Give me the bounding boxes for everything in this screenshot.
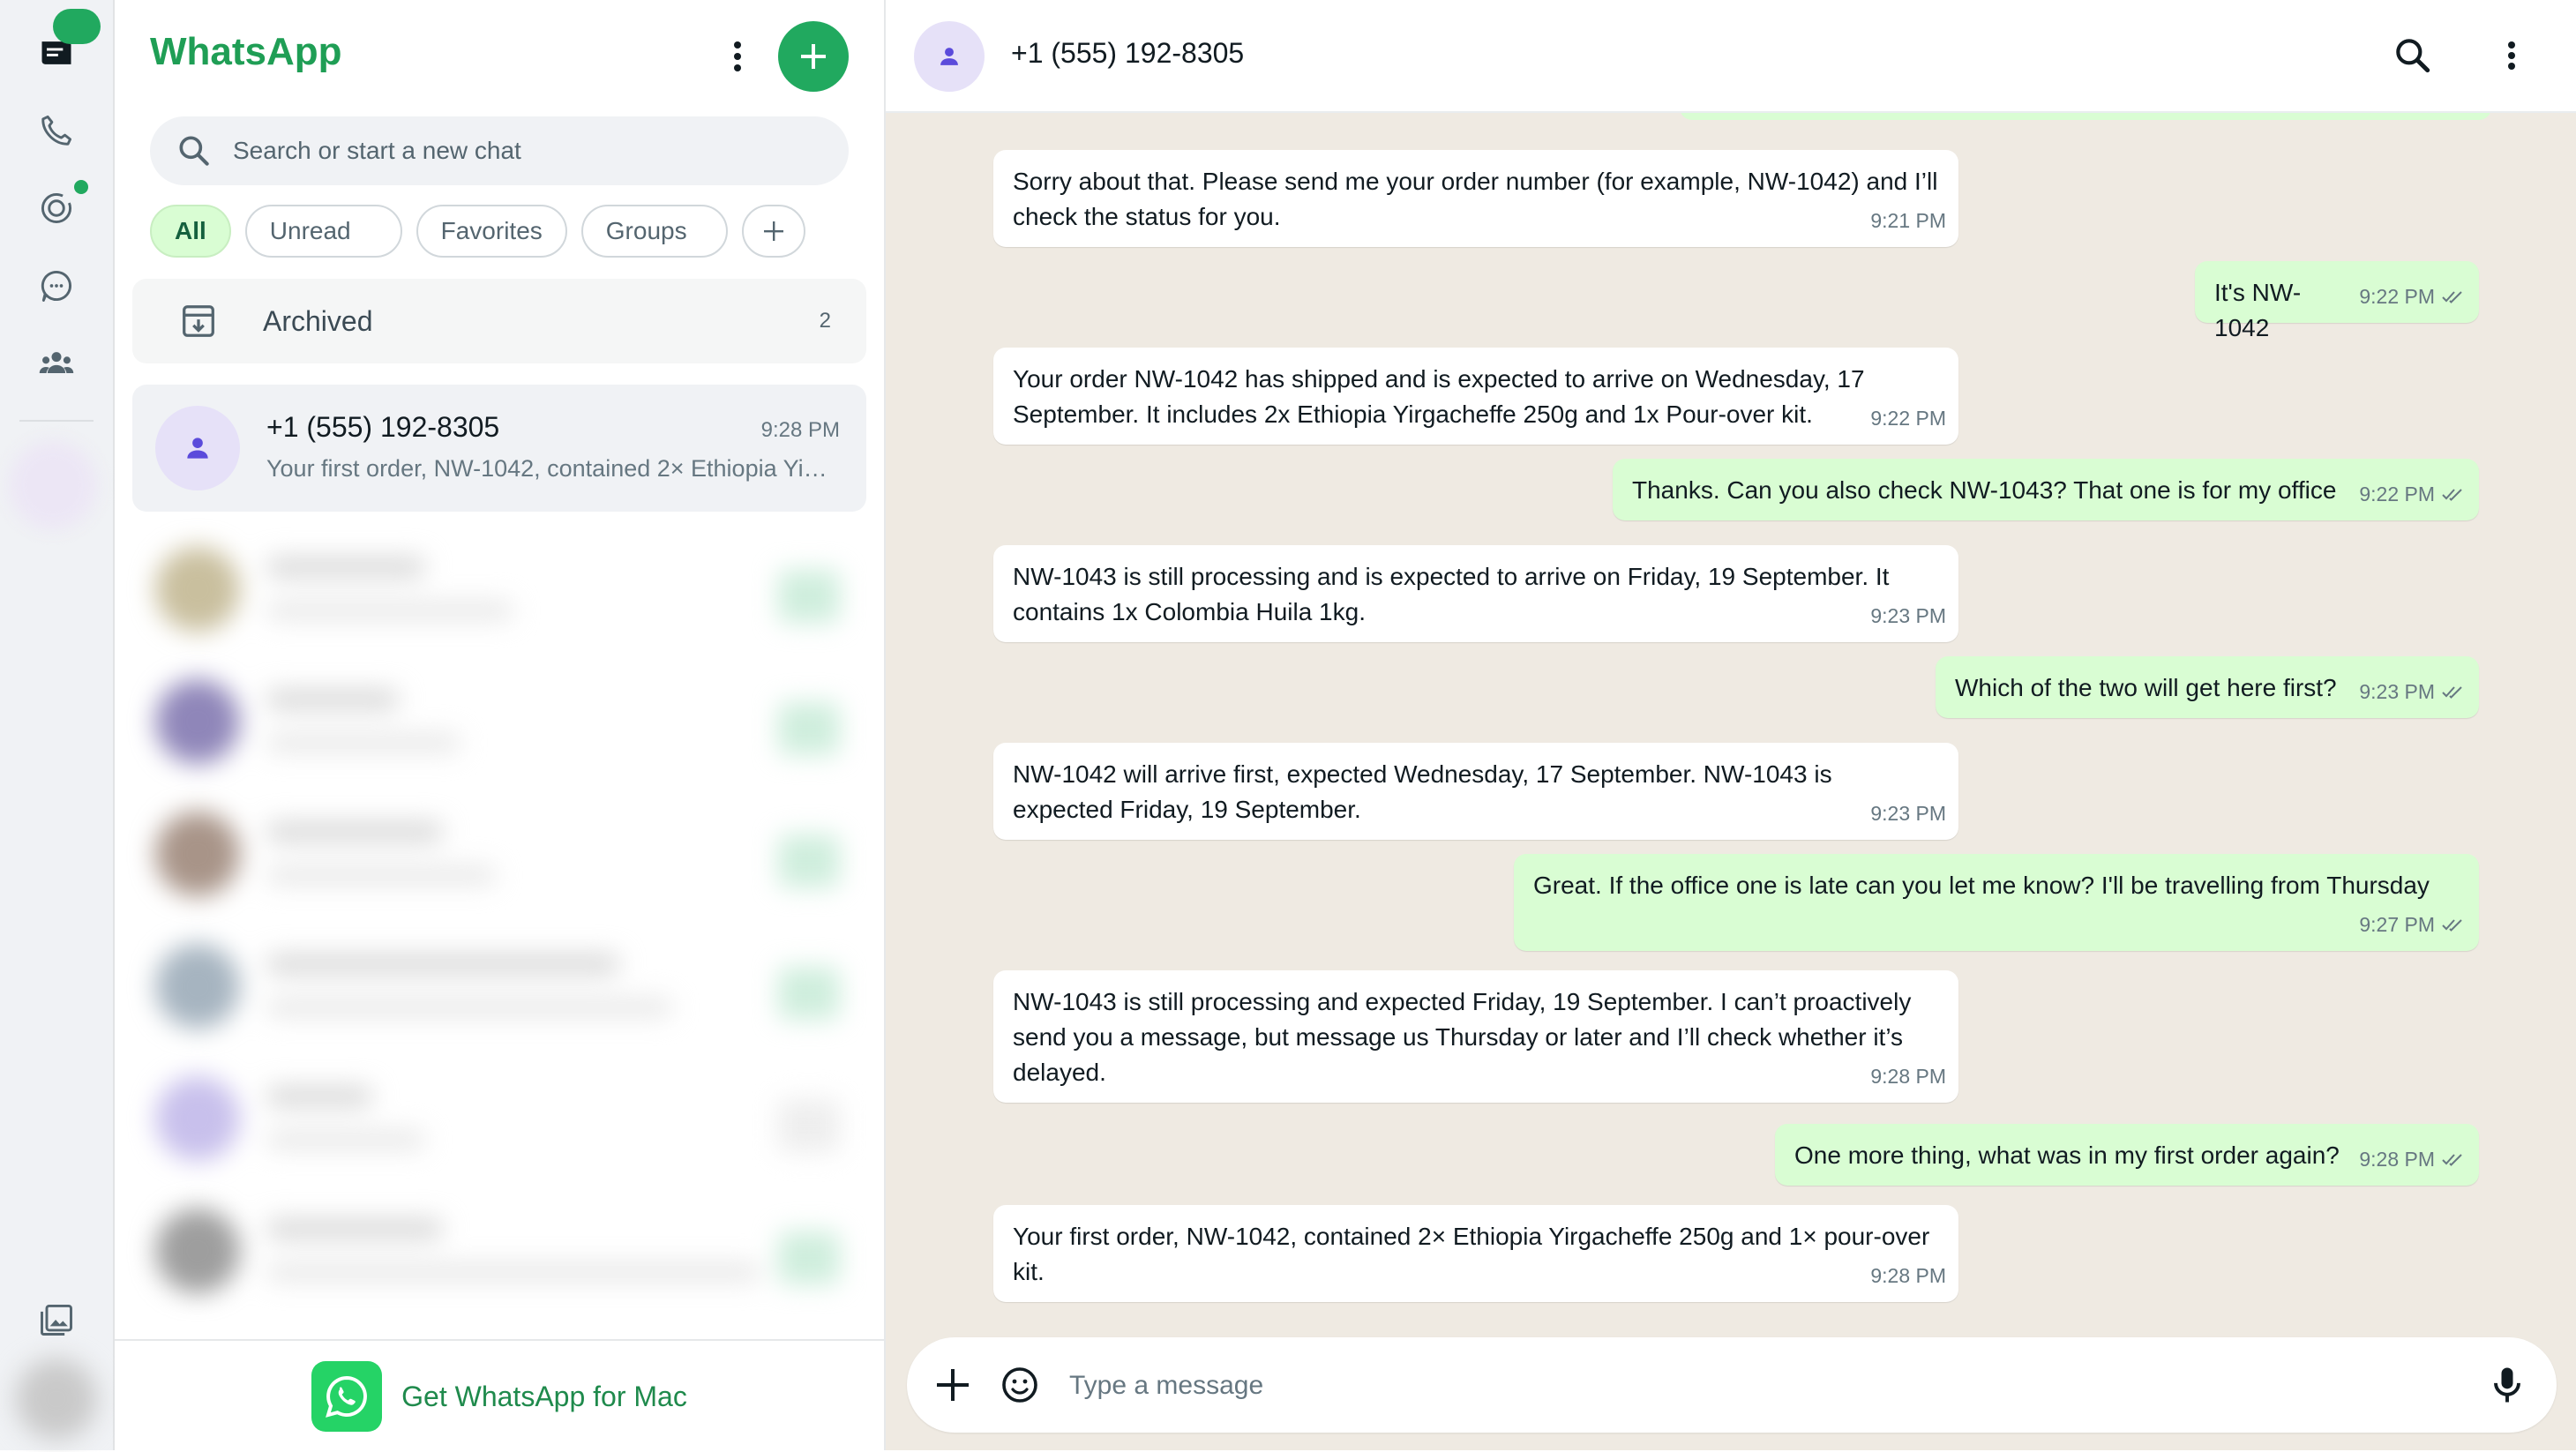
read-receipt-icon bbox=[2442, 1154, 2462, 1166]
message-text: One more thing, what was in my first ord… bbox=[1794, 1141, 2340, 1169]
message-text: Great. If the office one is late can you… bbox=[1533, 872, 2430, 899]
message-time: 9:28 PM bbox=[2359, 1148, 2435, 1171]
message-bubble[interactable]: NW-1043 is still processing and expected… bbox=[993, 970, 1958, 1103]
sticker-emoji-icon[interactable] bbox=[999, 1364, 1041, 1406]
media-icon[interactable] bbox=[30, 1293, 83, 1346]
message-bubble[interactable]: Which of the two will get here first? 9:… bbox=[1936, 656, 2479, 718]
blurred-chat-item[interactable] bbox=[132, 923, 866, 1050]
menu-kebab-icon[interactable] bbox=[713, 32, 762, 81]
blurred-chat-item[interactable] bbox=[132, 1055, 866, 1182]
read-receipt-icon bbox=[2442, 686, 2462, 699]
channels-icon[interactable] bbox=[30, 259, 83, 312]
chat-time: 9:28 PM bbox=[760, 418, 840, 442]
message-time: 9:28 PM bbox=[1870, 1065, 1946, 1088]
filter-all[interactable]: All bbox=[150, 205, 231, 258]
get-app-label: Get WhatsApp for Mac bbox=[401, 1380, 687, 1412]
get-app-banner[interactable]: Get WhatsApp for Mac bbox=[115, 1339, 884, 1452]
message-composer bbox=[907, 1337, 2557, 1433]
message-bubble[interactable]: Your first order, NW-1042, contained 2× … bbox=[993, 1205, 1958, 1302]
person-icon bbox=[187, 438, 208, 459]
message-text: NW-1043 is still processing and expected… bbox=[1013, 988, 1912, 1086]
avatar bbox=[155, 406, 240, 490]
filter-groups[interactable]: Groups bbox=[580, 205, 728, 258]
attach-plus-icon[interactable] bbox=[932, 1364, 974, 1406]
message-time: 9:23 PM bbox=[2359, 680, 2435, 703]
message-bubble[interactable]: Thanks. Can you also check NW-1043? That… bbox=[1613, 459, 2479, 520]
filter-chips: All Unread Favorites Groups bbox=[150, 205, 805, 258]
message-bubble[interactable]: It's NW-1042 9:22 PM bbox=[2195, 261, 2479, 341]
search-input[interactable] bbox=[231, 136, 799, 166]
person-icon bbox=[940, 48, 958, 65]
search-bar[interactable] bbox=[150, 116, 849, 185]
filter-favorites[interactable]: Favorites bbox=[416, 205, 567, 258]
conversation-panel: +1 (555) 192-8305 Sorry about that. Plea… bbox=[886, 0, 2576, 1450]
message-time: 9:27 PM bbox=[2359, 913, 2435, 936]
message-text: Which of the two will get here first? bbox=[1955, 674, 2337, 701]
communities-icon[interactable] bbox=[30, 337, 83, 390]
message-text: NW-1043 is still processing and is expec… bbox=[1013, 563, 1890, 625]
conversation-header[interactable]: +1 (555) 192-8305 bbox=[886, 0, 2576, 113]
blurred-chat-item[interactable] bbox=[132, 790, 866, 917]
blurred-chat-item[interactable] bbox=[132, 658, 866, 785]
blurred-chat-item[interactable] bbox=[132, 1187, 866, 1314]
microphone-icon[interactable] bbox=[2484, 1362, 2530, 1408]
phone-icon[interactable] bbox=[30, 104, 83, 157]
add-filter-button[interactable] bbox=[741, 205, 805, 258]
whatsapp-logo-icon bbox=[311, 1361, 383, 1432]
read-receipt-icon bbox=[2442, 291, 2462, 303]
message-time: 9:28 PM bbox=[1870, 1264, 1946, 1287]
conversation-menu-icon[interactable] bbox=[2490, 34, 2534, 78]
new-chat-button[interactable] bbox=[778, 21, 849, 92]
message-text: It's NW-1042 bbox=[2214, 279, 2302, 341]
message-time: 9:23 PM bbox=[1870, 604, 1946, 627]
blurred-chat-item[interactable] bbox=[132, 526, 866, 653]
navigation-rail bbox=[0, 0, 115, 1450]
chat-list-panel: WhatsApp All Unread Favorites Groups Arc… bbox=[115, 0, 886, 1450]
message-list[interactable]: Sorry about that. Please send me your or… bbox=[886, 85, 2576, 1336]
plus-icon bbox=[801, 44, 826, 69]
chat-list-item[interactable]: +1 (555) 192-8305 9:28 PM Your first ord… bbox=[132, 385, 866, 512]
message-input[interactable] bbox=[1067, 1366, 2394, 1406]
message-bubble[interactable]: One more thing, what was in my first ord… bbox=[1775, 1124, 2479, 1186]
profile-avatar[interactable] bbox=[16, 1358, 97, 1440]
message-time: 9:22 PM bbox=[1870, 407, 1946, 430]
archived-count: 2 bbox=[819, 309, 831, 333]
message-text: Your first order, NW-1042, contained 2× … bbox=[1013, 1223, 1930, 1285]
message-bubble[interactable]: Sorry about that. Please send me your or… bbox=[993, 150, 1958, 247]
contact-avatar[interactable] bbox=[914, 21, 985, 92]
message-text: Your order NW-1042 has shipped and is ex… bbox=[1013, 365, 1865, 428]
rail-divider bbox=[19, 420, 94, 422]
archived-label: Archived bbox=[263, 304, 373, 337]
chat-preview: Your first order, NW-1042, contained 2× … bbox=[266, 455, 831, 482]
chat-name: +1 (555) 192-8305 bbox=[266, 411, 500, 443]
message-time: 9:21 PM bbox=[1870, 209, 1946, 232]
meta-ai-icon[interactable] bbox=[9, 441, 97, 529]
read-receipt-icon bbox=[2442, 489, 2462, 501]
message-time: 9:22 PM bbox=[2359, 285, 2435, 308]
message-bubble[interactable]: NW-1043 is still processing and is expec… bbox=[993, 545, 1958, 642]
search-icon[interactable] bbox=[2391, 34, 2435, 78]
conversation-title: +1 (555) 192-8305 bbox=[1011, 37, 1245, 69]
search-icon bbox=[179, 136, 209, 166]
read-receipt-icon bbox=[2442, 919, 2462, 932]
app-title: WhatsApp bbox=[150, 30, 342, 73]
message-bubble[interactable]: Your order NW-1042 has shipped and is ex… bbox=[993, 348, 1958, 445]
message-text: NW-1042 will arrive first, expected Wedn… bbox=[1013, 760, 1832, 823]
plus-icon bbox=[763, 221, 783, 241]
message-bubble[interactable]: NW-1042 will arrive first, expected Wedn… bbox=[993, 743, 1958, 840]
unread-badge bbox=[53, 9, 101, 44]
message-text: Thanks. Can you also check NW-1043? That… bbox=[1632, 476, 2337, 504]
archived-row[interactable]: Archived 2 bbox=[132, 279, 866, 363]
archive-icon bbox=[183, 305, 214, 337]
message-bubble[interactable]: Great. If the office one is late can you… bbox=[1514, 854, 2479, 951]
message-text: Sorry about that. Please send me your or… bbox=[1013, 168, 1938, 230]
message-time: 9:22 PM bbox=[2359, 483, 2435, 505]
message-time: 9:23 PM bbox=[1870, 802, 1946, 825]
filter-unread[interactable]: Unread bbox=[244, 205, 402, 258]
status-new-dot bbox=[74, 180, 88, 194]
